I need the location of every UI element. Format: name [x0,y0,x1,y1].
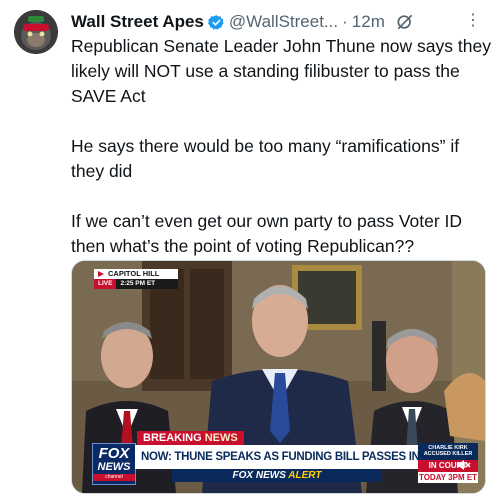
speaker-muted-icon[interactable] [455,457,471,473]
tweet-header: Wall Street Apes @WallStreet... · 12m ⋮ [71,10,486,34]
grok-icon[interactable] [395,12,415,32]
news-label: NEWS [204,432,238,444]
logo-line3: channel [93,474,135,481]
alert-word: ALERT [288,470,322,481]
bug-live-label: LIVE [94,279,117,289]
fox-news-alert-bar: FOX NEWS ALERT [172,469,382,482]
tweet-timestamp[interactable]: 12m [352,12,385,32]
fox-news-logo: FOX NEWS channel [92,443,136,485]
side-promo-time: TODAY 3PM ET [418,472,478,483]
separator-dot: · [342,12,348,31]
logo-line1: FOX [98,445,130,462]
bug-time: 2:25 PM ET [116,279,178,289]
tweet-body: Republican Senate Leader John Thune now … [71,34,491,259]
logo-line2: NEWS [97,461,131,473]
chyron-headline: NOW: THUNE SPEAKS AS FUNDING BILL PASSES… [135,445,418,469]
more-options-button[interactable]: ⋮ [465,10,481,30]
author-name[interactable]: Wall Street Apes [71,12,204,32]
bug-location: CAPITOL HILL [94,269,178,279]
alert-brand: FOX NEWS [232,470,286,481]
author-handle[interactable]: @WallStreet... [229,12,338,32]
author-avatar[interactable] [14,10,58,54]
tweet-paragraph: He says there would be too many “ramific… [71,136,460,181]
verified-badge-icon [207,14,224,30]
tweet-paragraph: Republican Senate Leader John Thune now … [71,36,491,106]
breaking-label: BREAKING [143,432,202,444]
mute-toggle-icon [457,460,471,470]
breaking-news-banner: BREAKING NEWS [137,431,244,445]
live-location-bug: CAPITOL HILL LIVE 2:25 PM ET [94,269,178,291]
ape-avatar-image [14,10,58,54]
tweet-paragraph: If we can’t even get our own party to pa… [71,211,463,256]
video-player[interactable]: CAPITOL HILL LIVE 2:25 PM ET BREAKING NE… [71,260,486,494]
